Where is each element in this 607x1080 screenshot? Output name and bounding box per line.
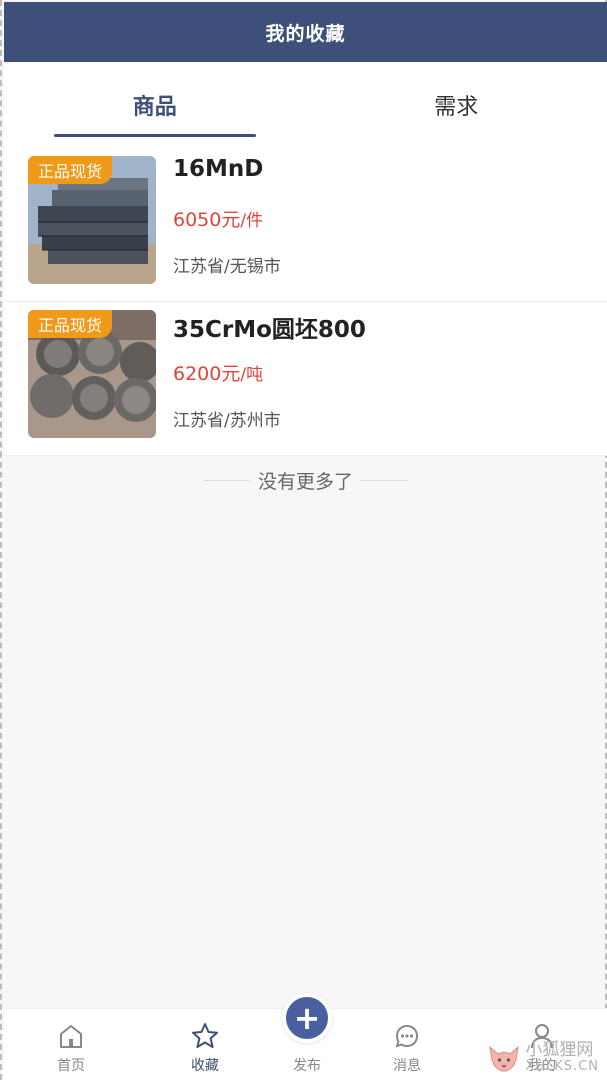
favorites-list: 正品现货 16MnD 6050元/件 江苏省/无锡市 正品现货 35CrMo圆坯… [4,148,607,456]
price-value: 6200元 [173,363,241,385]
tabbar-home-label: 首页 [57,1058,85,1074]
star-icon [192,1023,218,1048]
page-title: 我的收藏 [265,22,346,45]
message-icon [395,1024,419,1048]
tabbar-home[interactable]: 首页 [26,1009,116,1080]
product-image: 正品现货 [28,156,156,284]
product-price: 6200元/吨 [173,359,263,386]
fox-logo-icon [489,1045,520,1072]
product-title: 16MnD [173,156,264,182]
price-unit: /件 [240,211,264,231]
product-badge: 正品现货 [28,156,113,184]
tab-products[interactable]: 商品 [4,62,306,148]
no-more-text: 没有更多了 [257,470,353,493]
no-more-indicator: 没有更多了 [4,460,607,500]
product-image: 正品现货 [28,310,156,438]
watermark: 小狐狸网 XHLKS.CN [487,1041,599,1074]
app-frame: 我的收藏 商品 需求 正品现货 16MnD 6050元/件 江苏省/无锡市 正品… [0,0,607,1080]
tabbar-publish-label: 发布 [293,1058,321,1074]
tab-bar: 商品 需求 [4,62,607,148]
price-unit: /吨 [240,365,264,385]
watermark-line1: 小狐狸网 [525,1040,594,1061]
watermark-text: 小狐狸网 XHLKS.CN [525,1041,599,1074]
tabbar-favorites[interactable]: 收藏 [160,1009,250,1080]
list-item[interactable]: 正品现货 35CrMo圆坯800 6200元/吨 江苏省/苏州市 [4,302,607,456]
product-badge: 正品现货 [28,310,113,338]
watermark-line2: XHLKS.CN [525,1058,599,1074]
tab-demands-label: 需求 [434,95,479,120]
home-icon [60,1025,82,1048]
price-value: 6050元 [173,209,241,231]
tabbar-messages-label: 消息 [393,1058,421,1074]
plus-icon[interactable]: + [282,993,332,1043]
product-title: 35CrMo圆坯800 [173,317,366,343]
divider [361,479,407,481]
active-tab-indicator [54,134,256,137]
tabbar-publish[interactable]: + 发布 [262,993,352,1080]
tabbar-favorites-label: 收藏 [191,1058,219,1074]
tab-demands[interactable]: 需求 [306,62,607,148]
tabbar-messages[interactable]: 消息 [362,1009,452,1080]
product-price: 6050元/件 [173,205,263,232]
page-header: 我的收藏 [4,2,607,62]
product-location: 江苏省/苏州市 [173,411,281,431]
divider [203,479,250,481]
product-location: 江苏省/无锡市 [173,257,281,277]
tab-products-label: 商品 [132,95,177,120]
list-item[interactable]: 正品现货 16MnD 6050元/件 江苏省/无锡市 [4,148,607,302]
